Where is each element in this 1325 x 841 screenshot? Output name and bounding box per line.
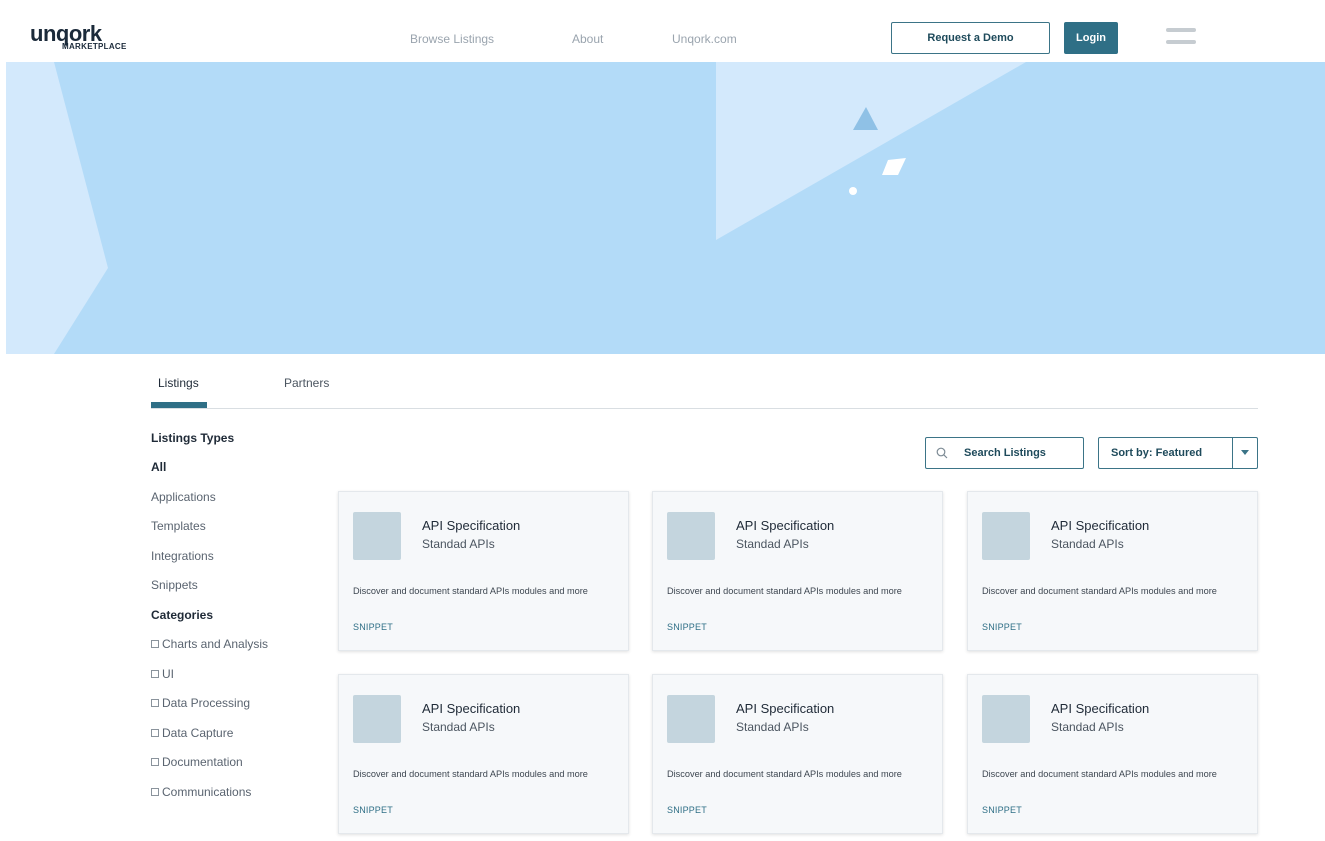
checkbox-icon (151, 699, 159, 707)
search-placeholder: Search Listings (964, 447, 1046, 459)
top-navbar: unqork MARKETPLACE Browse Listings About… (6, 8, 1325, 62)
type-filter-all[interactable]: All (151, 460, 166, 474)
listing-type-tag: SNIPPET (353, 805, 393, 815)
hamburger-menu-icon[interactable] (1166, 28, 1196, 46)
listing-types-heading: Listings Types (151, 431, 235, 445)
listing-subtitle: Standad APIs (422, 720, 495, 734)
listing-thumbnail (667, 695, 715, 743)
listing-title: API Specification (736, 701, 835, 716)
listing-subtitle: Standad APIs (736, 537, 809, 551)
listing-thumbnail (353, 695, 401, 743)
listing-card[interactable]: API Specification Standad APIs Discover … (652, 674, 943, 834)
sort-label: Sort by: Featured (1111, 447, 1203, 459)
listing-type-tag: SNIPPET (667, 622, 707, 632)
category-checkbox-ui[interactable]: UI (151, 667, 174, 681)
listing-description: Discover and document standard APIs modu… (982, 586, 1217, 596)
categories-heading: Categories (151, 608, 214, 622)
listing-type-tag: SNIPPET (667, 805, 707, 815)
category-label: Documentation (162, 755, 243, 769)
listing-thumbnail (667, 512, 715, 560)
category-checkbox-data-processing[interactable]: Data Processing (151, 696, 250, 710)
page: unqork MARKETPLACE Browse Listings About… (0, 0, 1325, 841)
tab-partners[interactable]: Partners (284, 376, 329, 390)
logo-wordmark: unqork (30, 21, 102, 46)
chevron-down-icon[interactable] (1233, 450, 1257, 456)
listing-card[interactable]: API Specification Standad APIs Discover … (967, 491, 1258, 651)
logo-subtitle: MARKETPLACE (62, 42, 127, 51)
listing-title: API Specification (422, 701, 521, 716)
listing-title: API Specification (736, 518, 835, 533)
checkbox-icon (151, 729, 159, 737)
checkbox-icon (151, 640, 159, 648)
tabs-divider (151, 408, 1258, 409)
hero-decoration (6, 62, 1026, 354)
listing-card[interactable]: API Specification Standad APIs Discover … (338, 491, 629, 651)
category-checkbox-documentation[interactable]: Documentation (151, 755, 243, 769)
listing-title: API Specification (422, 518, 521, 533)
listing-card[interactable]: API Specification Standad APIs Discover … (652, 491, 943, 651)
nav-about[interactable]: About (572, 32, 603, 46)
category-label: Charts and Analysis (162, 637, 269, 651)
listing-description: Discover and document standard APIs modu… (353, 586, 588, 596)
type-filter-integrations[interactable]: Integrations (151, 549, 214, 563)
search-icon (936, 447, 948, 459)
login-button[interactable]: Login (1064, 22, 1118, 54)
checkbox-icon (151, 788, 159, 796)
listing-subtitle: Standad APIs (1051, 720, 1124, 734)
listing-title: API Specification (1051, 701, 1150, 716)
sort-select[interactable]: Sort by: Featured (1098, 437, 1258, 469)
checkbox-icon (151, 670, 159, 678)
hero-banner (6, 62, 1325, 354)
listing-thumbnail (353, 512, 401, 560)
category-checkbox-communications[interactable]: Communications (151, 785, 251, 799)
listing-subtitle: Standad APIs (736, 720, 809, 734)
listing-card[interactable]: API Specification Standad APIs Discover … (967, 674, 1258, 834)
category-checkbox-data-capture[interactable]: Data Capture (151, 726, 233, 740)
listing-title: API Specification (1051, 518, 1150, 533)
category-label: UI (162, 667, 174, 681)
nav-browse-listings[interactable]: Browse Listings (410, 32, 494, 46)
checkbox-icon (151, 758, 159, 766)
type-filter-templates[interactable]: Templates (151, 519, 206, 533)
type-filter-applications[interactable]: Applications (151, 490, 216, 504)
listing-description: Discover and document standard APIs modu… (982, 769, 1217, 779)
listing-subtitle: Standad APIs (422, 537, 495, 551)
tab-listings[interactable]: Listings (158, 376, 199, 390)
request-demo-button[interactable]: Request a Demo (891, 22, 1050, 54)
listing-description: Discover and document standard APIs modu… (353, 769, 588, 779)
nav-unqork-com[interactable]: Unqork.com (672, 32, 737, 46)
listing-description: Discover and document standard APIs modu… (667, 769, 902, 779)
listing-type-tag: SNIPPET (353, 622, 393, 632)
category-label: Data Processing (162, 696, 251, 710)
category-label: Data Capture (162, 726, 234, 740)
brand-logo[interactable]: unqork MARKETPLACE (30, 21, 126, 52)
listing-type-tag: SNIPPET (982, 622, 1022, 632)
listing-card[interactable]: API Specification Standad APIs Discover … (338, 674, 629, 834)
listing-thumbnail (982, 695, 1030, 743)
listing-subtitle: Standad APIs (1051, 537, 1124, 551)
type-filter-snippets[interactable]: Snippets (151, 578, 198, 592)
search-input[interactable]: Search Listings (925, 437, 1084, 469)
listing-type-tag: SNIPPET (982, 805, 1022, 815)
category-label: Communications (162, 785, 252, 799)
category-checkbox-charts[interactable]: Charts and Analysis (151, 637, 268, 651)
listing-thumbnail (982, 512, 1030, 560)
listing-description: Discover and document standard APIs modu… (667, 586, 902, 596)
